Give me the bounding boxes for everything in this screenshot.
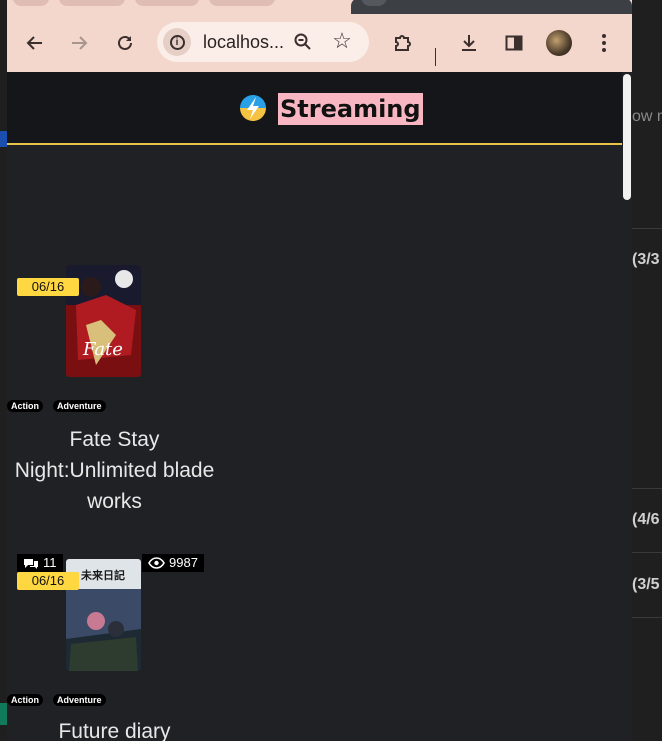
forward-arrow-icon[interactable] [65, 29, 93, 57]
back-arrow-icon[interactable] [21, 29, 49, 57]
tab[interactable] [351, 0, 632, 14]
anime-title[interactable]: Future diary [7, 716, 222, 741]
background-row-text: (3/5 [632, 576, 660, 593]
star-icon[interactable]: ☆ [328, 27, 356, 55]
genre-tag[interactable]: Adventure [53, 400, 106, 412]
background-badge [0, 131, 7, 147]
tab[interactable] [135, 0, 199, 6]
poster-title-text: Fate [82, 339, 123, 360]
page-viewport: Streaming Fate 06/16 Action Adventure Fa… [7, 72, 632, 741]
date-badge: 06/16 [17, 572, 79, 590]
view-count-value: 9987 [169, 555, 198, 570]
comment-count: 11 [17, 554, 63, 572]
tab-favicon [361, 0, 387, 6]
background-row-text: (4/6 [632, 511, 660, 528]
scrollbar-thumb[interactable] [623, 74, 631, 200]
tab[interactable] [59, 0, 125, 6]
site-info-icon[interactable]: i [163, 28, 191, 56]
divider [632, 617, 662, 618]
divider [632, 552, 662, 553]
date-badge: 06/16 [17, 278, 79, 296]
background-window-left [0, 0, 7, 741]
genre-tag[interactable]: Adventure [53, 694, 106, 706]
background-row-text: (3/3 [632, 251, 660, 268]
background-badge [0, 703, 7, 725]
url-text[interactable]: localhos... [203, 32, 284, 53]
profile-avatar[interactable] [546, 30, 572, 56]
eye-icon [148, 557, 165, 569]
divider [632, 488, 662, 489]
anime-card[interactable]: Fate 06/16 Action Adventure Fate Stay Ni… [7, 264, 222, 524]
address-bar[interactable]: i localhos... ☆ [157, 22, 369, 62]
side-panel-icon[interactable] [500, 29, 528, 57]
browser-toolbar: i localhos... ☆ [7, 14, 632, 72]
tab[interactable] [13, 0, 49, 6]
comments-icon [24, 558, 38, 569]
anime-card[interactable]: 未来日記 11 9987 06/16 Action Adventure Futu… [7, 552, 222, 741]
site-header: Streaming [7, 72, 623, 145]
browser-window: i localhos... ☆ Streaming Fate 06/16 Act… [7, 0, 632, 741]
view-count: 9987 [142, 554, 204, 572]
page-scrollbar[interactable] [622, 72, 632, 741]
tab-strip [7, 0, 632, 14]
lightning-logo-icon[interactable] [239, 94, 267, 122]
anime-title[interactable]: Fate Stay Night:Unlimited blade works [7, 424, 222, 517]
genre-tag[interactable]: Action [7, 400, 43, 412]
comment-count-value: 11 [43, 555, 57, 570]
genre-tag[interactable]: Action [7, 694, 43, 706]
zoom-icon[interactable] [289, 28, 317, 56]
site-title[interactable]: Streaming [278, 93, 423, 125]
toolbar-separator [435, 48, 436, 66]
puzzle-icon[interactable] [389, 29, 417, 57]
tab[interactable] [209, 0, 275, 6]
download-icon[interactable] [455, 29, 483, 57]
reload-icon[interactable] [111, 29, 139, 57]
background-show-text: ow m [632, 108, 662, 125]
background-window: ow m (3/3 (4/6 (3/5 [632, 0, 662, 741]
divider [632, 228, 662, 229]
poster-title-text: 未来日記 [80, 568, 125, 582]
kebab-menu-icon[interactable] [590, 29, 618, 57]
